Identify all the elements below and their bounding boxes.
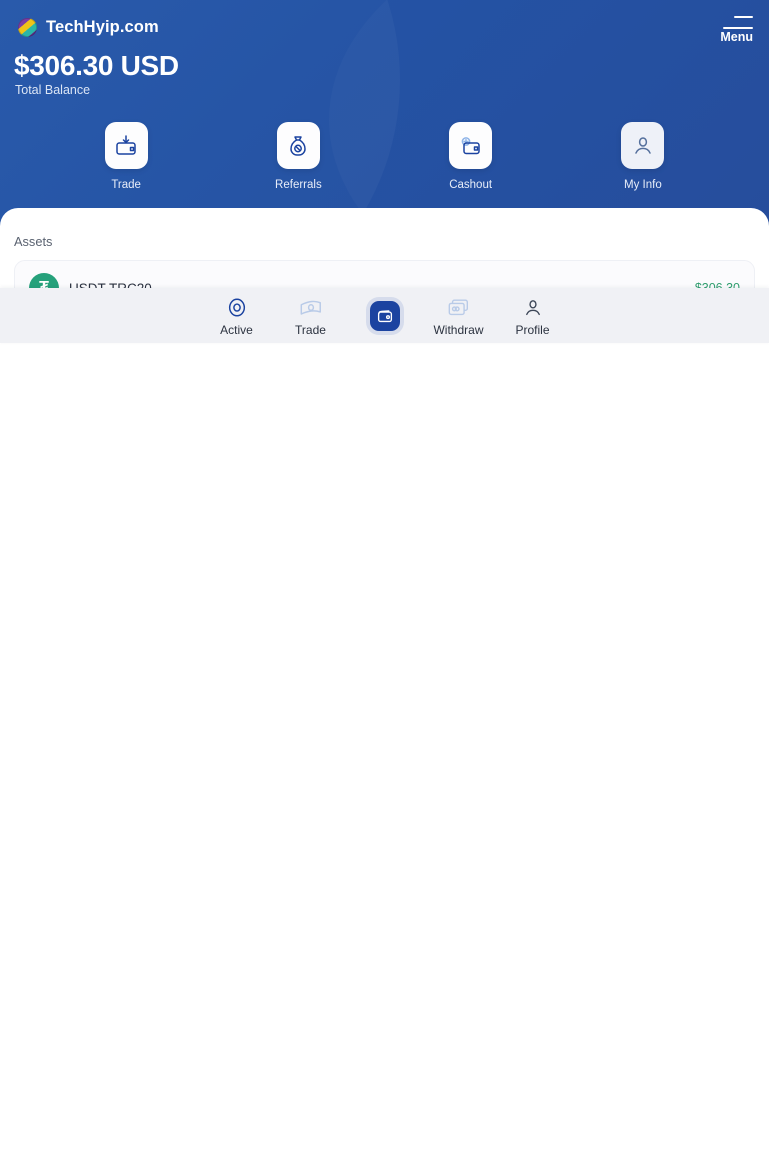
nav-label: Profile (515, 322, 550, 337)
app-header: TechHyip.com Menu $306.30 USD Total Bala… (0, 0, 769, 232)
quick-action-label: Cashout (449, 179, 493, 191)
nav-label: Active (220, 322, 253, 337)
brand-name: TechHyip.com (46, 18, 159, 36)
assets-title: Assets (14, 234, 53, 249)
total-balance-value: $306.30 USD (14, 50, 179, 81)
money-bag-percent-icon (276, 122, 320, 169)
user-icon (522, 295, 544, 321)
quick-action-label: Referrals (275, 179, 322, 191)
wallet-plus-icon (449, 122, 493, 169)
quick-action-referrals[interactable]: Referrals (212, 122, 384, 191)
wallet-icon (369, 300, 400, 331)
nav-item-trade[interactable]: Trade (285, 295, 337, 337)
nav-item-withdraw[interactable]: Withdraw (433, 295, 485, 337)
circle-target-icon (226, 295, 248, 321)
app-logo-icon (18, 18, 37, 37)
bottom-navigation: Active Trade Wallet (0, 288, 769, 343)
quick-actions: Trade Referrals Cashout My Info (0, 122, 769, 191)
cards-icon (447, 295, 471, 321)
quick-action-my-info[interactable]: My Info (557, 122, 729, 191)
total-balance-caption: Total Balance (15, 83, 91, 97)
nav-label: Trade (295, 322, 326, 337)
nav-item-wallet[interactable]: Wallet (359, 300, 411, 331)
menu-label: Menu (720, 30, 753, 44)
hamburger-icon-line-1 (734, 16, 753, 18)
assets-sheet: Assets ₮ USDT TRC20 $306.30 (0, 208, 769, 1175)
quick-action-cashout[interactable]: Cashout (385, 122, 557, 191)
app-root: TechHyip.com Menu $306.30 USD Total Bala… (0, 0, 769, 1175)
menu-button[interactable]: Menu (720, 16, 753, 44)
nav-item-active[interactable]: Active (211, 295, 263, 337)
nav-item-profile[interactable]: Profile (507, 295, 559, 337)
brand[interactable]: TechHyip.com (18, 18, 159, 37)
nav-label: Withdraw (433, 322, 484, 337)
banknote-icon (299, 295, 323, 321)
user-icon (621, 122, 665, 169)
quick-action-label: My Info (624, 179, 662, 191)
quick-action-trade[interactable]: Trade (40, 122, 212, 191)
wallet-deposit-icon (104, 122, 148, 169)
hamburger-icon-line-2 (723, 27, 753, 29)
quick-action-label: Trade (111, 179, 141, 191)
